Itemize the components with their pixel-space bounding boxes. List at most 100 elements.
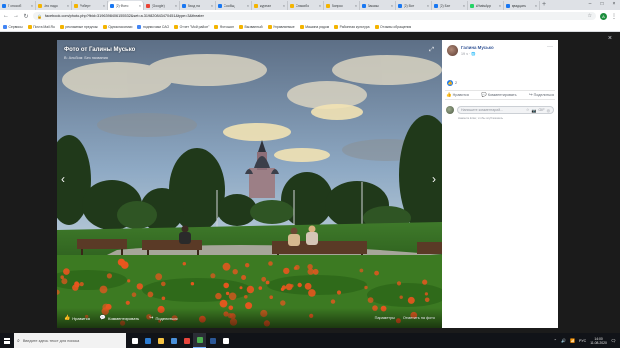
share-label: Поделиться xyxy=(533,93,554,97)
browser-tab[interactable]: Что надо × xyxy=(36,1,72,10)
close-theater-icon[interactable]: × xyxy=(608,35,612,42)
taskbar-app-button[interactable] xyxy=(128,333,141,348)
browser-tab[interactable]: Вопрос × xyxy=(324,1,360,10)
notifications-icon[interactable]: 🗨 xyxy=(611,338,616,343)
close-tab-icon[interactable]: × xyxy=(391,4,393,8)
browser-tab[interactable]: Спасибо × xyxy=(288,1,324,10)
browser-tab[interactable]: (2) Бат × xyxy=(432,1,468,10)
photo-comment-button[interactable]: 💬 Комментировать xyxy=(100,315,139,321)
options-link[interactable]: Параметры xyxy=(375,316,395,320)
bookmark-item[interactable]: Сервисы xyxy=(3,24,23,29)
reactions-summary[interactable]: 👍 2 xyxy=(447,80,457,86)
expand-icon[interactable]: ⤢ xyxy=(429,47,434,54)
tab-favicon-icon xyxy=(326,3,330,8)
back-button[interactable]: ← xyxy=(3,13,9,19)
author-name[interactable]: Галина Мусько xyxy=(461,45,494,50)
bookmark-favicon-icon xyxy=(374,24,379,29)
post-timestamp[interactable]: 19 ч · 🌐 xyxy=(461,52,476,56)
close-tab-icon[interactable]: × xyxy=(319,4,321,8)
comment-hint: Нажмите Enter, чтобы опубликовать xyxy=(458,117,504,120)
camera-icon[interactable]: 📷 xyxy=(532,108,537,113)
bookmark-item[interactable]: Одноклассники xyxy=(102,24,132,29)
maximize-button[interactable]: □ xyxy=(596,0,608,9)
close-tab-icon[interactable]: × xyxy=(463,4,465,8)
author-avatar[interactable] xyxy=(447,45,458,56)
more-options-icon[interactable]: ··· xyxy=(547,44,553,50)
bookmark-star-icon[interactable]: ☆ xyxy=(588,13,592,19)
browser-menu-button[interactable]: ⋮ xyxy=(611,13,617,20)
tray-overflow-icon[interactable]: ⌃ xyxy=(554,338,557,343)
bookmark-item[interactable]: Управляемые xyxy=(267,24,295,29)
close-tab-icon[interactable]: × xyxy=(283,4,285,8)
close-tab-icon[interactable]: × xyxy=(427,4,429,8)
volume-icon[interactable]: 🔊 xyxy=(561,338,566,343)
close-tab-icon[interactable]: × xyxy=(499,4,501,8)
profile-avatar[interactable]: А xyxy=(600,12,607,20)
taskbar-app-button[interactable] xyxy=(141,333,154,348)
photo-viewer[interactable]: Фото от Галины Мусько В: Альбом: Без наз… xyxy=(57,40,442,328)
comment-input[interactable]: Напишите комментарий... ☺ 📷 GIF ◎ xyxy=(457,106,554,114)
browser-tab[interactable]: Роберт × xyxy=(72,1,108,10)
bookmark-item[interactable]: подписчики САО xyxy=(137,24,169,29)
taskbar-app-button[interactable] xyxy=(206,333,219,348)
taskbar-app-button[interactable] xyxy=(219,333,232,348)
minimize-button[interactable]: – xyxy=(584,0,596,9)
previous-photo-arrow-icon[interactable]: ‹ xyxy=(61,172,65,186)
taskbar-app-button[interactable] xyxy=(193,333,206,348)
gif-icon[interactable]: GIF xyxy=(538,108,544,112)
tab-favicon-icon xyxy=(398,3,402,8)
url-input[interactable]: 🔒 facebook.com/photo.php?fbid=3196398406… xyxy=(33,12,596,20)
taskbar-app-button[interactable] xyxy=(167,333,180,348)
close-tab-icon[interactable]: × xyxy=(103,4,105,8)
bookmark-item[interactable]: Отчет "Мой район" xyxy=(174,24,209,29)
browser-tab[interactable]: Вход на × xyxy=(180,1,216,10)
close-tab-icon[interactable]: × xyxy=(211,4,213,8)
photo-album[interactable]: В: Альбом: Без названия xyxy=(64,56,108,60)
taskbar-app-button[interactable] xyxy=(180,333,193,348)
close-window-button[interactable]: × xyxy=(608,0,620,9)
browser-tab[interactable]: журнал × xyxy=(252,1,288,10)
bookmark-item[interactable]: Вызванный xyxy=(239,24,263,29)
taskbar-app-button[interactable] xyxy=(154,333,167,348)
close-tab-icon[interactable]: × xyxy=(31,4,33,8)
taskbar-search-input[interactable]: ⌕ Введите здесь текст для поиска xyxy=(14,333,126,348)
browser-tab[interactable]: (2) Вот × xyxy=(396,1,432,10)
sticker-icon[interactable]: ◎ xyxy=(547,108,550,113)
close-tab-icon[interactable]: × xyxy=(175,4,177,8)
bookmark-item[interactable]: Почта Mail.Ru xyxy=(27,24,55,29)
next-photo-arrow-icon[interactable]: › xyxy=(432,172,436,186)
photo-share-button[interactable]: ↪ Поделиться xyxy=(149,315,177,321)
bookmark-item[interactable]: Отзывы обращения xyxy=(374,24,411,29)
clock[interactable]: 14:00 11.08.2020 xyxy=(590,337,607,345)
bookmark-item[interactable]: Фотошоп xyxy=(214,24,234,29)
browser-tab[interactable]: (Google) × xyxy=(144,1,180,10)
close-tab-icon[interactable]: × xyxy=(535,4,537,8)
browser-tab[interactable]: WhatsApp × xyxy=(468,1,504,10)
browser-tab[interactable]: двадцать × xyxy=(504,1,540,10)
emoji-icon[interactable]: ☺ xyxy=(526,108,530,112)
browser-tab[interactable]: 7 способ × xyxy=(0,1,36,10)
tag-photo-link[interactable]: Отметить на фото xyxy=(403,316,435,320)
forward-button[interactable]: → xyxy=(13,13,19,19)
close-tab-icon[interactable]: × xyxy=(67,4,69,8)
bookmark-item[interactable]: Машина рядом xyxy=(299,24,329,29)
close-tab-icon[interactable]: × xyxy=(247,4,249,8)
comment-button[interactable]: 💬 Комментировать xyxy=(481,92,516,98)
reload-button[interactable]: ↻ xyxy=(23,13,29,20)
share-button[interactable]: ↪ Поделиться xyxy=(529,92,554,98)
photo-like-button[interactable]: 👍 Нравится xyxy=(64,315,90,321)
new-tab-button[interactable]: + xyxy=(540,1,548,10)
browser-tab[interactable]: (2) Фото × xyxy=(108,1,144,10)
network-icon[interactable]: 📶 xyxy=(570,338,575,343)
close-tab-icon[interactable]: × xyxy=(355,4,357,8)
tab-favicon-icon xyxy=(362,3,366,8)
language-indicator[interactable]: РУС xyxy=(579,339,586,343)
photo-footer: 👍 Нравится 💬 Комментировать ↪ Поделиться… xyxy=(57,308,442,328)
close-tab-icon[interactable]: × xyxy=(139,4,141,8)
bookmark-item[interactable]: Районная культура xyxy=(334,24,370,29)
browser-tab[interactable]: Сообщ × xyxy=(216,1,252,10)
bookmark-item[interactable]: рекламные предлож xyxy=(59,24,98,29)
browser-tab[interactable]: Заказы × xyxy=(360,1,396,10)
like-button[interactable]: 👍 Нравится xyxy=(446,92,469,98)
start-button[interactable] xyxy=(0,333,14,348)
